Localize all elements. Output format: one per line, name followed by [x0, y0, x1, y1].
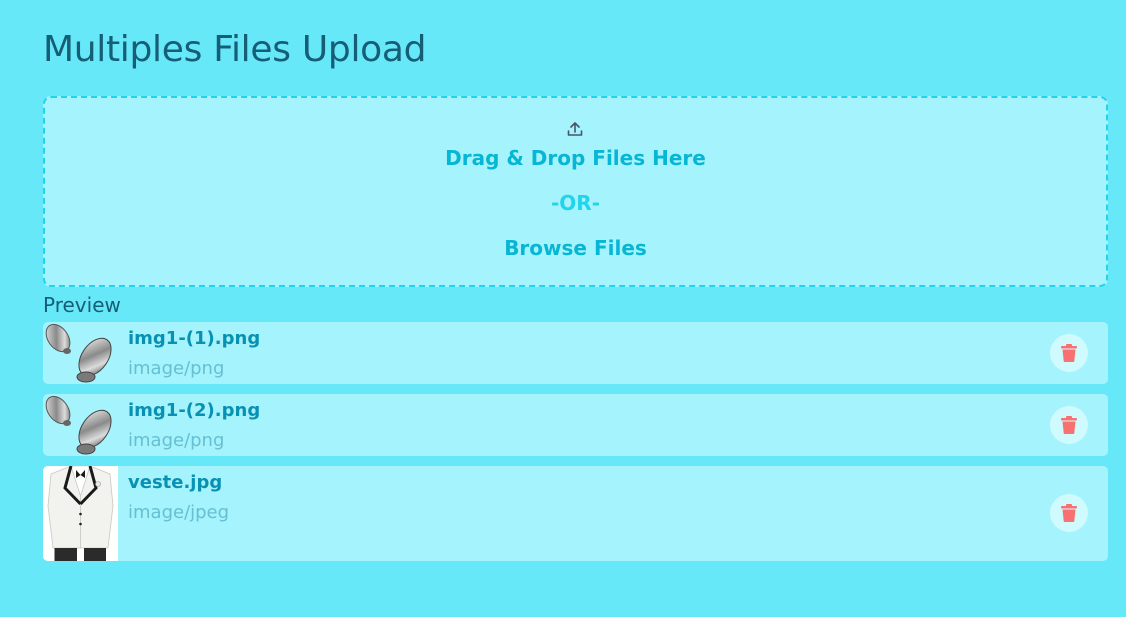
- file-type: image/jpeg: [128, 502, 230, 523]
- browse-files-button[interactable]: Browse Files: [43, 236, 1108, 260]
- trash-icon: [1061, 504, 1077, 522]
- delete-file-button[interactable]: [1050, 494, 1088, 532]
- delete-file-button[interactable]: [1050, 334, 1088, 372]
- drag-drop-text: Drag & Drop Files Here: [445, 146, 706, 170]
- tuxedo-jacket-thumbnail: [43, 466, 118, 561]
- delete-file-button[interactable]: [1050, 406, 1088, 444]
- file-row: img1-(2).png image/png: [43, 394, 1108, 456]
- chrome-spoon-thumbnail: [45, 323, 112, 383]
- file-row: img1-(1).png image/png: [43, 322, 1108, 384]
- file-type: image/png: [128, 430, 225, 451]
- page-title: Multiples Files Upload: [43, 29, 427, 70]
- chrome-spoon-thumbnail: [45, 395, 112, 455]
- trash-icon: [1061, 416, 1077, 434]
- trash-icon: [1061, 344, 1077, 362]
- file-row: veste.jpg image/jpeg: [43, 466, 1108, 561]
- file-name: veste.jpg: [128, 472, 223, 493]
- file-name: img1-(1).png: [128, 328, 261, 349]
- file-type: image/png: [128, 358, 225, 379]
- preview-label: Preview: [43, 293, 121, 317]
- upload-icon: [567, 122, 583, 136]
- or-separator: -OR-: [550, 191, 600, 215]
- file-name: img1-(2).png: [128, 400, 261, 421]
